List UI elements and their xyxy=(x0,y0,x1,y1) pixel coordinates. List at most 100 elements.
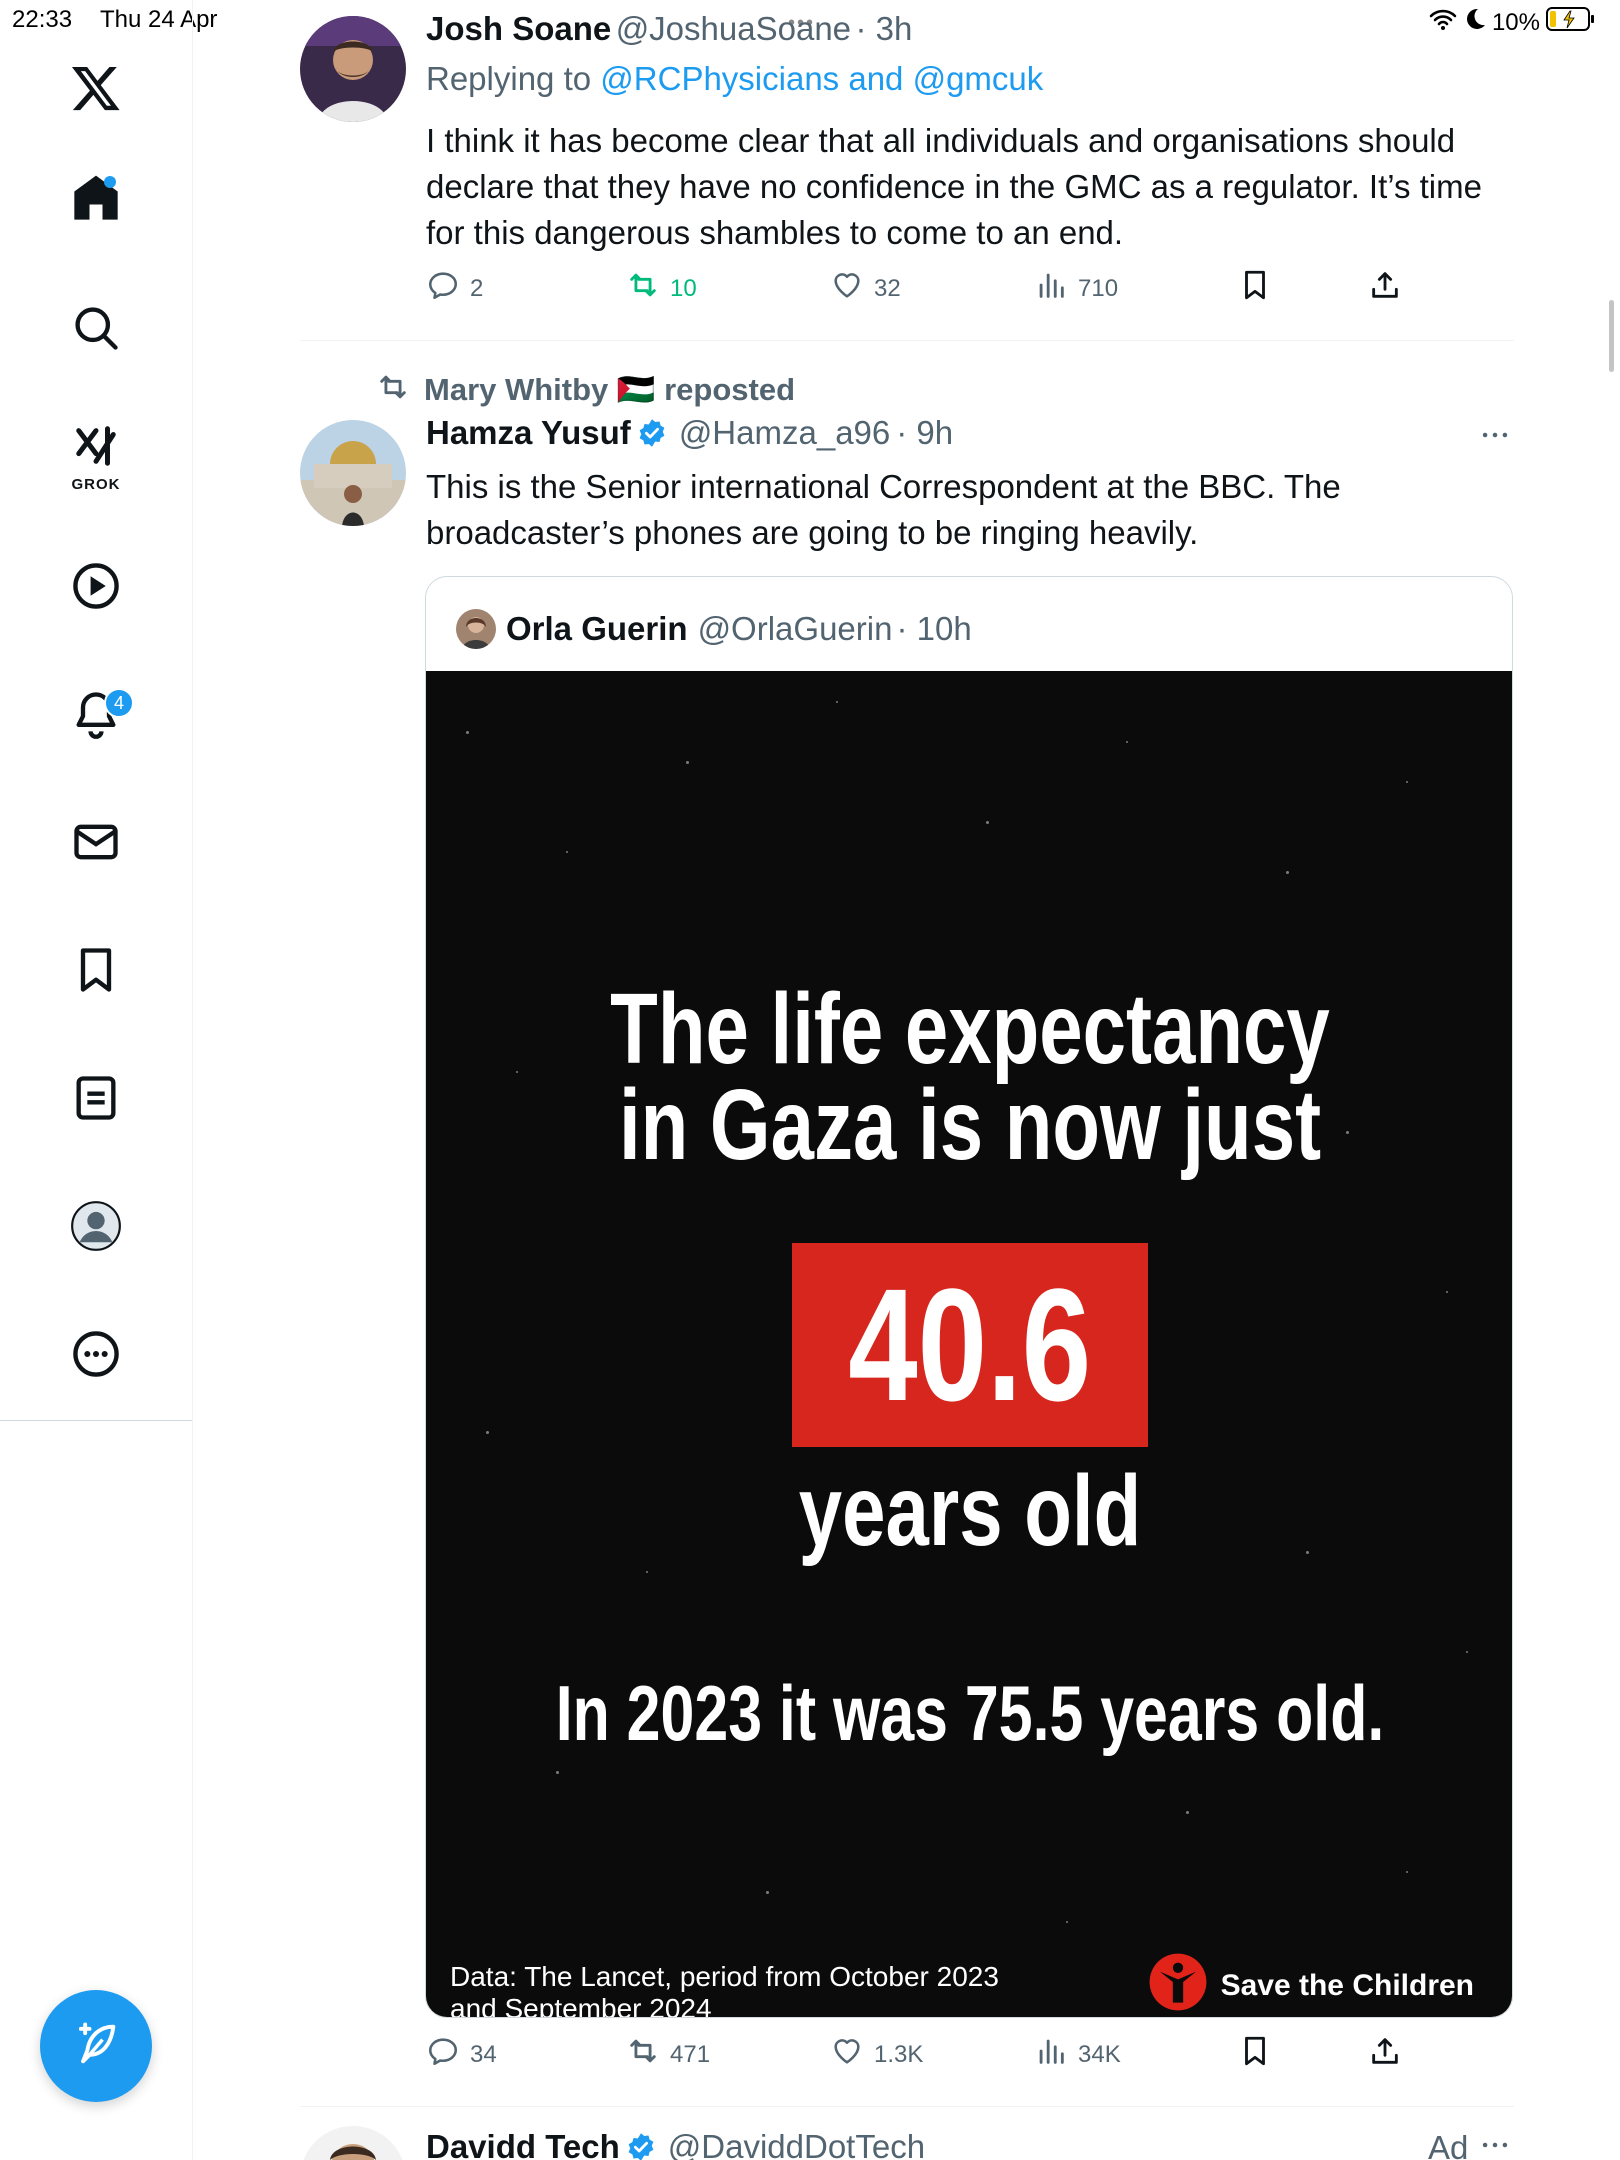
like-button[interactable]: 32 xyxy=(830,268,901,309)
quoted-avatar[interactable] xyxy=(456,609,496,649)
tweet-actions: 34 471 1.3K 34K xyxy=(426,2034,1406,2080)
handle[interactable]: @JoshuaSoane xyxy=(616,10,851,47)
battery-percent: 10% xyxy=(1491,8,1540,36)
verified-badge-icon xyxy=(637,418,667,448)
handle[interactable]: @DaviddDotTech xyxy=(668,2128,925,2160)
nav-grok[interactable]: GROK xyxy=(56,418,136,498)
nav-explore[interactable] xyxy=(56,290,136,370)
nav-lists[interactable] xyxy=(56,1060,136,1140)
timestamp[interactable]: · 3h xyxy=(855,10,912,47)
repost-icon xyxy=(626,2034,660,2075)
nav-profile[interactable] xyxy=(56,1188,136,1268)
save-the-children-logo: Save the Children xyxy=(1147,1951,1474,2017)
display-name[interactable]: Josh Soane xyxy=(426,10,611,47)
feed-scrollbar[interactable] xyxy=(1609,300,1614,372)
repost-context: Mary Whitby 🇵🇸 reposted xyxy=(376,370,795,409)
grok-label: GROK xyxy=(71,476,121,493)
tweet-text: I think it has become clear that all ind… xyxy=(426,122,1482,251)
profile-avatar-icon xyxy=(70,1200,122,1257)
quoted-tweet-header: Orla Guerin @OrlaGuerin · 10h xyxy=(456,609,972,649)
compose-post-button[interactable] xyxy=(40,1990,152,2102)
tweet-header: Davidd Tech @DaviddDotTech xyxy=(426,2128,925,2160)
image-highlight-box: 40.6 xyxy=(792,1243,1148,1447)
quoted-image[interactable]: The life expectancy in Gaza is now just … xyxy=(426,671,1512,2018)
display-name[interactable]: Davidd Tech xyxy=(426,2128,620,2160)
quoted-tweet[interactable]: Orla Guerin @OrlaGuerin · 10h The life e… xyxy=(425,576,1513,2018)
image-headline-line3: years old xyxy=(798,1455,1142,1567)
ad-indicator: Ad xyxy=(1428,2128,1512,2160)
play-circle-icon xyxy=(70,560,122,617)
views-count: 710 xyxy=(1078,274,1119,302)
search-icon xyxy=(70,302,122,359)
quoted-display-name[interactable]: Orla Guerin xyxy=(506,610,688,648)
tweet-actions: 2 10 32 710 xyxy=(426,268,1406,314)
replying-to: Replying to @RCPhysicians and @gmcuk xyxy=(426,60,1043,98)
timestamp[interactable]: · 9h xyxy=(896,414,953,452)
bookmark-button[interactable] xyxy=(1238,2034,1272,2075)
notifications-badge: 4 xyxy=(104,688,134,718)
reply-button[interactable]: 2 xyxy=(426,268,483,309)
avatar[interactable] xyxy=(300,420,406,526)
image-data-source-line2: and September 2024 xyxy=(450,1993,712,2018)
image-data-source: Data: The Lancet, period from October 20… xyxy=(450,1961,999,2018)
grok-icon xyxy=(73,423,119,474)
repost-icon xyxy=(626,268,660,309)
reply-count: 34 xyxy=(470,2040,497,2068)
nav-videos[interactable] xyxy=(56,548,136,628)
image-data-source-line1: Data: The Lancet, period from October 20… xyxy=(450,1961,999,1992)
tweet-divider xyxy=(300,340,1514,341)
bookmark-icon xyxy=(1238,2034,1272,2075)
nav-more[interactable] xyxy=(56,1316,136,1396)
bookmark-icon xyxy=(1238,268,1272,309)
nav-bookmarks[interactable] xyxy=(56,932,136,1012)
home-unread-dot xyxy=(104,176,116,188)
nav-messages[interactable] xyxy=(56,804,136,884)
compose-feather-icon xyxy=(70,2018,122,2075)
display-name[interactable]: Hamza Yusuf xyxy=(426,414,631,452)
like-count: 32 xyxy=(874,274,901,302)
tweet-header: Josh Soane @JoshuaSoane · 3h xyxy=(426,10,912,48)
more-circle-icon xyxy=(70,1328,122,1385)
views-chart-icon xyxy=(1034,2034,1068,2075)
replying-to-mentions[interactable]: @RCPhysicians and @gmcuk xyxy=(600,60,1043,97)
nav-notifications[interactable]: 4 xyxy=(56,676,136,756)
save-the-children-icon xyxy=(1147,1951,1209,2017)
list-icon xyxy=(70,1072,122,1129)
sidebar: GROK 4 xyxy=(0,0,193,2160)
more-horizontal-icon[interactable] xyxy=(1478,2128,1512,2160)
replying-prefix: Replying to xyxy=(426,60,592,97)
views-button[interactable]: 34K xyxy=(1034,2034,1121,2075)
verified-badge-icon xyxy=(626,2132,656,2160)
quoted-handle[interactable]: @OrlaGuerin xyxy=(698,610,893,648)
share-button[interactable] xyxy=(1368,2034,1402,2075)
heart-icon xyxy=(830,2034,864,2075)
tweet-header: Hamza Yusuf @Hamza_a96 · 9h xyxy=(426,414,953,452)
repost-button[interactable]: 10 xyxy=(626,268,697,309)
ad-label: Ad xyxy=(1428,2128,1469,2160)
views-count: 34K xyxy=(1078,2040,1121,2068)
image-headline-line4: In 2023 it was 75.5 years old. xyxy=(555,1669,1385,1757)
reposted-by[interactable]: Mary Whitby 🇵🇸 reposted xyxy=(424,371,795,408)
like-button[interactable]: 1.3K xyxy=(830,2034,923,2075)
repost-count: 10 xyxy=(670,274,697,302)
quoted-timestamp[interactable]: · 10h xyxy=(896,610,971,648)
avatar[interactable] xyxy=(300,16,406,122)
repost-icon xyxy=(376,370,410,409)
share-button[interactable] xyxy=(1368,268,1402,309)
more-options-button[interactable] xyxy=(1478,418,1512,457)
reply-icon xyxy=(426,268,460,309)
reply-count: 2 xyxy=(470,274,484,302)
views-button[interactable]: 710 xyxy=(1034,268,1118,309)
nav-home[interactable] xyxy=(56,160,136,240)
mail-icon xyxy=(70,816,122,873)
tweet-divider xyxy=(300,2106,1514,2107)
x-logo[interactable] xyxy=(56,50,136,130)
x-logo-icon xyxy=(70,62,122,119)
repost-button[interactable]: 471 xyxy=(626,2034,710,2075)
reply-button[interactable]: 34 xyxy=(426,2034,497,2075)
bookmark-button[interactable] xyxy=(1238,268,1272,309)
tweet-text: This is the Senior international Corresp… xyxy=(426,468,1341,551)
share-icon xyxy=(1368,2034,1402,2075)
avatar[interactable] xyxy=(300,2126,406,2160)
handle[interactable]: @Hamza_a96 xyxy=(679,414,890,452)
